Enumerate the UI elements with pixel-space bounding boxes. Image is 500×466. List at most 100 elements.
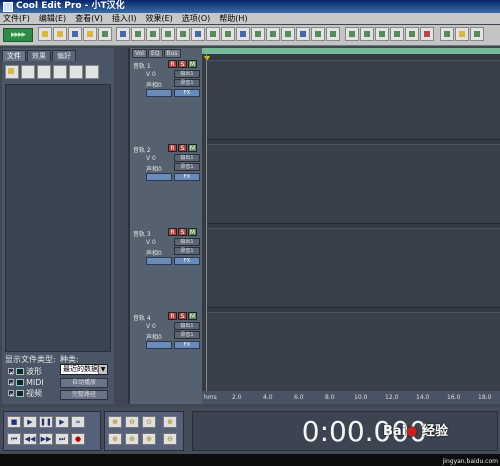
fx-icon[interactable] <box>345 27 359 41</box>
tab-vol[interactable]: Vol <box>132 49 147 58</box>
fx-button[interactable]: FX <box>174 89 200 97</box>
track-lane-4[interactable] <box>206 312 500 392</box>
fast-forward-icon[interactable]: ▶▶ <box>39 433 53 445</box>
session-icon[interactable] <box>83 27 97 41</box>
time-ruler[interactable]: hms 2.0 4.0 6.0 8.0 10.0 12.0 14.0 16.0 … <box>202 391 500 404</box>
edit-file-icon[interactable] <box>69 65 83 79</box>
fx-button[interactable]: FX <box>174 341 200 349</box>
output-button[interactable]: 输出1 <box>174 154 200 162</box>
record-input-button[interactable]: 录音1 <box>174 331 200 339</box>
volume-value[interactable]: V 0 <box>146 239 156 246</box>
volume-value[interactable]: V 0 <box>146 155 156 162</box>
volume-value[interactable]: V 0 <box>146 323 156 330</box>
record-arm-button[interactable]: R <box>168 228 177 236</box>
full-path-button[interactable]: 完整路径 <box>60 390 108 400</box>
menu-effects[interactable]: 效果(E) <box>142 13 178 24</box>
output-button[interactable]: 输出1 <box>174 238 200 246</box>
zoom-out-vertical-icon[interactable]: ⊖ <box>163 433 177 445</box>
pan-value[interactable]: 声相0 <box>146 80 162 89</box>
settings-icon[interactable] <box>455 27 469 41</box>
close-file-icon[interactable] <box>37 65 51 79</box>
tab-eq[interactable]: EQ <box>147 49 163 58</box>
file-list[interactable] <box>5 84 111 352</box>
redo-icon[interactable] <box>131 27 145 41</box>
pause-icon[interactable]: ❚❚ <box>39 416 53 428</box>
checkbox-video[interactable] <box>8 390 14 396</box>
bus-icon[interactable] <box>405 27 419 41</box>
lock-track-button[interactable] <box>146 89 172 97</box>
record-input-button[interactable]: 录音1 <box>174 79 200 87</box>
type-wave-row[interactable]: 波形 <box>8 366 42 376</box>
solo-button[interactable]: S <box>178 312 187 320</box>
output-button[interactable]: 输出1 <box>174 70 200 78</box>
cut-icon[interactable] <box>146 27 160 41</box>
zoom-in-vertical-icon[interactable]: ⊕ <box>163 416 177 428</box>
type-midi-row[interactable]: MIDI <box>8 377 44 387</box>
menu-help[interactable]: 帮助(H) <box>216 13 253 24</box>
pan-value[interactable]: 声相0 <box>146 248 162 257</box>
tab-effects[interactable]: 效果 <box>27 50 51 61</box>
track-lane-2[interactable] <box>206 144 500 224</box>
help-file-icon[interactable] <box>85 65 99 79</box>
tab-favorites[interactable]: 偏好 <box>52 50 76 61</box>
menu-insert[interactable]: 插入(I) <box>109 13 143 24</box>
zoom-out-horizontal-icon[interactable]: ⊖ <box>125 416 139 428</box>
record-arm-button[interactable]: R <box>168 312 177 320</box>
go-to-start-icon[interactable]: ⏮ <box>7 433 21 445</box>
output-button[interactable]: 输出1 <box>174 322 200 330</box>
tab-bus[interactable]: Bus <box>163 49 181 58</box>
save-icon[interactable] <box>68 27 82 41</box>
checkbox-midi[interactable] <box>8 379 14 385</box>
import-icon[interactable] <box>98 27 112 41</box>
record-arm-button[interactable]: R <box>168 60 177 68</box>
go-to-end-icon[interactable]: ⏭ <box>55 433 69 445</box>
zoom-full-icon[interactable]: ⊙ <box>142 416 156 428</box>
crossfade-icon[interactable] <box>326 27 340 41</box>
undo-icon[interactable] <box>116 27 130 41</box>
type-video-row[interactable]: 视频 <box>8 388 42 398</box>
loop-icon[interactable] <box>266 27 280 41</box>
stop-icon[interactable]: ■ <box>7 416 21 428</box>
autoplay-button[interactable]: 自动播放 <box>60 378 108 388</box>
rewind-icon[interactable]: ◀◀ <box>23 433 37 445</box>
track-lane-1[interactable] <box>206 60 500 140</box>
mix-icon[interactable] <box>191 27 205 41</box>
zoom-to-right-icon[interactable]: ⊕ <box>125 433 139 445</box>
fx2-icon[interactable] <box>375 27 389 41</box>
paste-icon[interactable] <box>176 27 190 41</box>
mute-button[interactable]: M <box>188 228 197 236</box>
record-input-button[interactable]: 录音1 <box>174 163 200 171</box>
lock-icon[interactable] <box>296 27 310 41</box>
scroll-icon[interactable] <box>420 27 434 41</box>
play-icon[interactable]: ▶ <box>23 416 37 428</box>
wave-icon[interactable] <box>360 27 374 41</box>
delete-icon[interactable] <box>206 27 220 41</box>
menu-view[interactable]: 查看(V) <box>72 13 109 24</box>
track-icon[interactable] <box>390 27 404 41</box>
envelope-icon[interactable] <box>236 27 250 41</box>
mute-button[interactable]: M <box>188 60 197 68</box>
pan-value[interactable]: 声相0 <box>146 332 162 341</box>
snap-icon[interactable] <box>251 27 265 41</box>
open-icon[interactable] <box>38 27 52 41</box>
solo-button[interactable]: S <box>178 144 187 152</box>
help-icon[interactable] <box>470 27 484 41</box>
import-file-icon[interactable] <box>21 65 35 79</box>
fx-button[interactable]: FX <box>174 173 200 181</box>
lock-track-button[interactable] <box>146 257 172 265</box>
copy-icon[interactable] <box>161 27 175 41</box>
checkbox-wave[interactable] <box>8 368 14 374</box>
open-folder-icon[interactable] <box>53 27 67 41</box>
switch-view-button[interactable]: ▸▸▸▸ <box>3 28 33 42</box>
multitrack-view[interactable]: hms 2.0 4.0 6.0 8.0 10.0 12.0 14.0 16.0 … <box>202 48 500 404</box>
range-bar[interactable] <box>202 48 500 54</box>
lock-track-button[interactable] <box>146 341 172 349</box>
zoom-to-left-icon[interactable]: ⊕ <box>108 433 122 445</box>
fx-button[interactable]: FX <box>174 257 200 265</box>
zoom-selection-icon[interactable]: ⊕ <box>142 433 156 445</box>
select-icon[interactable] <box>221 27 235 41</box>
sort-dropdown[interactable]: 最近的数据 ▼ <box>60 364 108 375</box>
mute-button[interactable]: M <box>188 312 197 320</box>
solo-button[interactable]: S <box>178 60 187 68</box>
record-icon[interactable]: ● <box>71 433 85 445</box>
